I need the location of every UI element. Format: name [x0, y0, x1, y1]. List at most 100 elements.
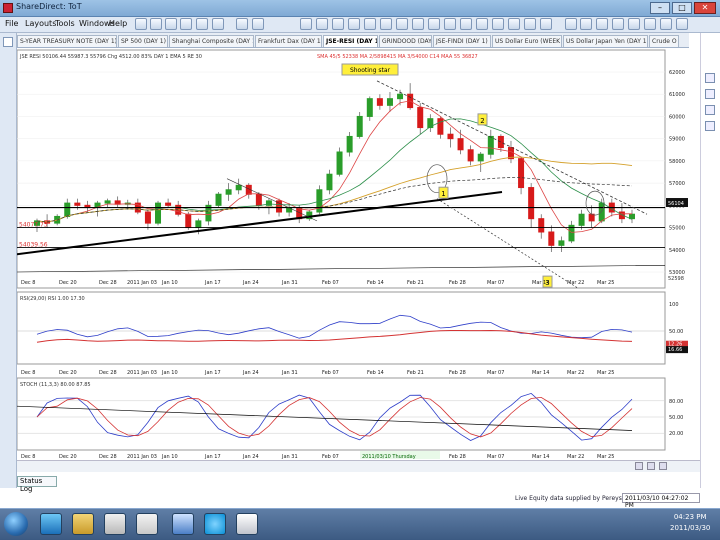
toolbar-button-8[interactable] — [300, 18, 312, 30]
candle-body — [397, 93, 404, 100]
clock-time: 04:23 PM — [673, 513, 707, 521]
minimize-button[interactable]: – — [650, 2, 670, 14]
toolbar-button-20[interactable] — [492, 18, 504, 30]
date-label: Mar 14 — [532, 280, 549, 286]
menu-tools[interactable]: Tools — [52, 18, 78, 29]
tab-4[interactable]: JSE-RESI (DAY 1) — [323, 35, 378, 47]
wave-label: 1 — [441, 190, 445, 198]
toolbar-button-28[interactable] — [628, 18, 640, 30]
rsi-date-label: Dec 8 — [21, 370, 35, 376]
candle-body — [255, 193, 262, 206]
price-header-mas: SMA 45/5 52338 MA 2/5898415 MA 3/54000 C… — [317, 54, 478, 60]
maximize-button[interactable]: □ — [672, 2, 692, 14]
toolbar-button-5[interactable] — [212, 18, 224, 30]
toolbar-button-22[interactable] — [524, 18, 536, 30]
tab-7[interactable]: US Dollar Euro (WEEK 1) — [492, 35, 562, 47]
toolbar-button-16[interactable] — [428, 18, 440, 30]
toolbar-button-12[interactable] — [364, 18, 376, 30]
toolbar-button-14[interactable] — [396, 18, 408, 30]
status-log-tab[interactable]: Status Log — [17, 476, 57, 493]
toolbar-button-0[interactable] — [135, 18, 147, 30]
menu-file[interactable]: File — [2, 18, 21, 29]
rsi-date-label: Jan 31 — [281, 370, 298, 376]
toolbar-button-17[interactable] — [444, 18, 456, 30]
chart-svg[interactable]: JSE RESI 50106.44 55987.3 55796 Chg 4512… — [16, 48, 700, 460]
start-button[interactable] — [4, 512, 28, 536]
last-price-tag: 56104 — [668, 201, 684, 207]
ie-icon[interactable] — [40, 513, 62, 535]
toolbar-button-6[interactable] — [236, 18, 248, 30]
candle-body — [417, 107, 424, 129]
tab-6[interactable]: JSE-FINDI (DAY 1) — [433, 35, 491, 47]
toolbar-button-31[interactable] — [676, 18, 688, 30]
toolbar-button-23[interactable] — [540, 18, 552, 30]
toolbar-button-19[interactable] — [476, 18, 488, 30]
candle-body — [185, 213, 192, 229]
scroll-left-button[interactable] — [635, 462, 643, 470]
candle-body — [558, 240, 565, 246]
candle-body — [104, 200, 111, 204]
toolbar-button-7[interactable] — [252, 18, 264, 30]
app-icon-4[interactable] — [136, 513, 158, 535]
toolbar-button-13[interactable] — [380, 18, 392, 30]
candle-body — [386, 98, 393, 106]
candle-body — [346, 135, 353, 153]
candle-body — [155, 202, 162, 224]
toolbar-button-3[interactable] — [180, 18, 192, 30]
rsi-date-label: Jan 24 — [242, 370, 259, 376]
sharedirect-taskbar-icon[interactable] — [236, 513, 258, 535]
tab-2[interactable]: Shanghai Composite (DAY 1) — [169, 35, 254, 47]
toolbar-button-26[interactable] — [596, 18, 608, 30]
toolbar-button-15[interactable] — [412, 18, 424, 30]
close-button[interactable]: ✕ — [694, 2, 716, 14]
tab-0[interactable]: S-YEAR TREASURY NOTE (DAY 1) — [17, 35, 117, 47]
toolbar-button-9[interactable] — [316, 18, 328, 30]
toolbar-button-11[interactable] — [348, 18, 360, 30]
scroll-right-button[interactable] — [647, 462, 655, 470]
candle-body — [447, 133, 454, 140]
toolbar-button-25[interactable] — [580, 18, 592, 30]
tab-3[interactable]: Frankfurt Dax (DAY 1) — [255, 35, 322, 47]
horizontal-scrollbar[interactable] — [17, 460, 700, 472]
toolbar-button-29[interactable] — [644, 18, 656, 30]
toolbar-button-1[interactable] — [150, 18, 162, 30]
toolbar-button-4[interactable] — [196, 18, 208, 30]
price-tick-label: 57000 — [669, 181, 685, 187]
zoom-button[interactable] — [659, 462, 667, 470]
tab-9[interactable]: Crude O — [649, 35, 679, 47]
stoch-panel — [16, 377, 666, 451]
price-tick-label: 54000 — [669, 248, 685, 254]
rsi-date-label: Mar 22 — [567, 370, 584, 376]
tab-8[interactable]: US Dollar Japan Yen (DAY 1) — [563, 35, 648, 47]
rsi-date-label: Feb 14 — [367, 370, 384, 376]
media-icon[interactable] — [104, 513, 126, 535]
menu-bar: File Layouts Tools Windows Help — [0, 17, 720, 33]
folder-icon[interactable] — [72, 513, 94, 535]
toolbar-button-30[interactable] — [660, 18, 672, 30]
clock-date: 2011/03/30 — [670, 524, 711, 532]
pin-icon[interactable] — [3, 37, 13, 47]
candle-body — [538, 218, 545, 233]
rsi-tick-label: 50.00 — [669, 329, 683, 335]
candle-body — [467, 149, 474, 162]
clock: 04:23 PM 2011/03/30 — [670, 512, 710, 534]
tab-1[interactable]: SP 500 (DAY 1) — [118, 35, 168, 47]
toolbar-button-18[interactable] — [460, 18, 472, 30]
toolbar-button-21[interactable] — [508, 18, 520, 30]
toolbar-button-2[interactable] — [165, 18, 177, 30]
candle-body — [477, 153, 484, 162]
right-panel-icons[interactable] — [705, 73, 715, 137]
tab-5[interactable]: GRINDOOD (DAY 1) — [379, 35, 432, 47]
toolbar-button-10[interactable] — [332, 18, 344, 30]
rsi-date-label: Dec 28 — [99, 370, 117, 376]
app-icon-5[interactable] — [172, 513, 194, 535]
candle-body — [578, 213, 585, 226]
candle-body — [487, 135, 494, 155]
candle-body — [356, 115, 363, 137]
menu-help[interactable]: Help — [106, 18, 130, 29]
toolbar-button-24[interactable] — [565, 18, 577, 30]
rsi-date-label: Mar 14 — [532, 370, 549, 376]
skype-icon[interactable] — [204, 513, 226, 535]
candle-body — [326, 173, 333, 191]
toolbar-button-27[interactable] — [612, 18, 624, 30]
